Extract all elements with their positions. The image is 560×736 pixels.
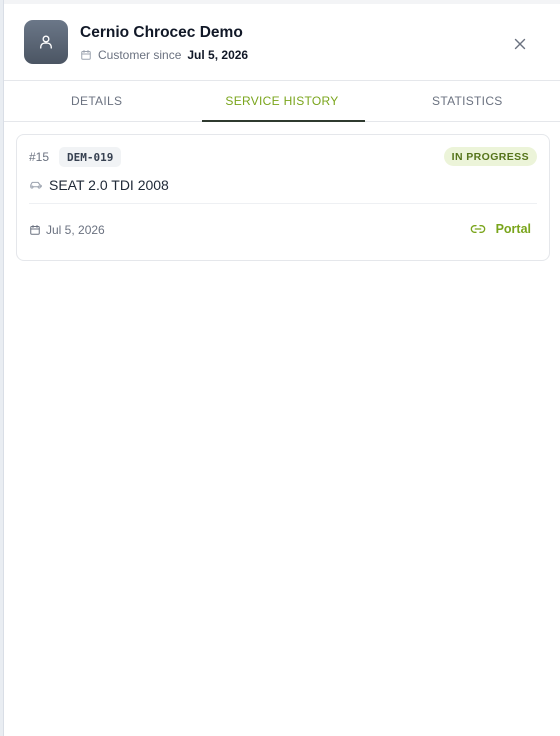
service-record-card[interactable]: #15 DEM-019 IN PROGRESS SEAT 2.0 TDI 200… xyxy=(16,134,550,261)
user-icon xyxy=(40,35,52,49)
customer-since: Customer since Jul 5, 2026 xyxy=(80,48,248,62)
customer-since-date: Jul 5, 2026 xyxy=(187,48,249,62)
portal-link[interactable]: Portal xyxy=(470,221,531,237)
card-divider xyxy=(29,203,537,204)
link-icon xyxy=(470,225,485,233)
car-icon xyxy=(30,181,42,189)
record-vehicle: SEAT 2.0 TDI 2008 xyxy=(29,177,169,193)
close-icon xyxy=(514,38,526,50)
vehicle-name: SEAT 2.0 TDI 2008 xyxy=(49,177,169,193)
drawer-tabs: DETAILS SERVICE HISTORY STATISTICS xyxy=(4,81,560,122)
record-date-text: Jul 5, 2026 xyxy=(46,223,105,237)
calendar-icon xyxy=(81,50,91,60)
calendar-icon xyxy=(30,225,40,235)
close-button[interactable] xyxy=(508,32,532,56)
record-number: #15 xyxy=(29,150,50,164)
customer-name: Cernio Chrocec Demo xyxy=(80,24,243,41)
record-date: Jul 5, 2026 xyxy=(29,223,105,237)
drawer-header: Cernio Chrocec Demo Customer since Jul 5… xyxy=(4,4,560,81)
portal-link-label[interactable]: Portal xyxy=(496,222,531,236)
status-badge: IN PROGRESS xyxy=(443,147,537,166)
tab-details[interactable]: DETAILS xyxy=(4,81,189,121)
customer-since-label: Customer since xyxy=(98,48,182,62)
customer-avatar xyxy=(24,20,68,64)
record-code-badge: DEM-019 xyxy=(59,147,122,167)
tab-service-history[interactable]: SERVICE HISTORY xyxy=(189,81,374,122)
customer-drawer: Cernio Chrocec Demo Customer since Jul 5… xyxy=(4,0,560,736)
tab-statistics[interactable]: STATISTICS xyxy=(375,81,560,121)
